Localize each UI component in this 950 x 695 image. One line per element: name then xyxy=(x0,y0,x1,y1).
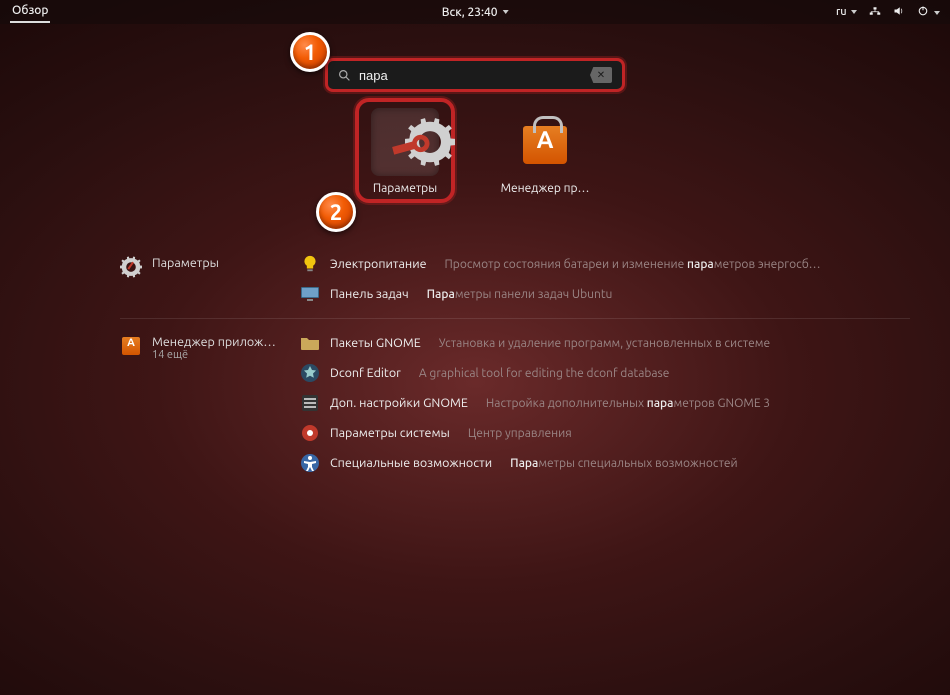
network-icon[interactable] xyxy=(869,5,881,20)
search-icon xyxy=(338,69,351,82)
item-name: Панель задач xyxy=(330,287,409,301)
item-description: Просмотр состояния батареи и изменение п… xyxy=(445,258,821,271)
result-category-software: Менеджер прилож… 14 ещё Пакеты GNOME Уст… xyxy=(120,318,910,487)
folder-icon xyxy=(300,333,320,353)
sysgear-icon xyxy=(300,423,320,443)
item-name: Параметры системы xyxy=(330,426,450,440)
search-input[interactable] xyxy=(359,68,582,83)
result-item-taskbar[interactable]: Панель задач Параметры панели задач Ubun… xyxy=(300,284,910,304)
monitor-icon xyxy=(300,284,320,304)
shopping-bag-icon: A xyxy=(519,116,571,168)
item-description: Параметры панели задач Ubuntu xyxy=(427,288,613,301)
volume-icon[interactable] xyxy=(893,5,905,20)
chevron-down-icon xyxy=(851,10,857,14)
result-item-power[interactable]: Электропитание Просмотр состояния батаре… xyxy=(300,254,910,274)
result-item-dconf[interactable]: Dconf Editor A graphical tool for editin… xyxy=(300,363,910,383)
app-result-software[interactable]: A Менеджер пр… xyxy=(495,108,595,195)
chevron-down-icon xyxy=(934,11,940,15)
clear-search-button[interactable]: ✕ xyxy=(590,67,612,83)
annotation-marker-1: 1 xyxy=(290,32,330,72)
activities-button[interactable]: Обзор xyxy=(10,2,50,23)
gear-wrench-icon xyxy=(380,117,430,167)
category-subtitle: 14 ещё xyxy=(152,349,276,361)
keyboard-layout-indicator[interactable]: ru xyxy=(836,6,857,18)
access-icon xyxy=(300,453,320,473)
annotation-marker-2: 2 xyxy=(316,192,356,232)
result-category-settings: Параметры Электропитание Просмотр состоя… xyxy=(120,248,910,318)
category-header[interactable]: Менеджер прилож… 14 ещё xyxy=(120,333,300,473)
item-description: Параметры специальных возможностей xyxy=(510,457,738,470)
category-title: Параметры xyxy=(152,256,219,270)
search-field[interactable]: ✕ xyxy=(325,58,625,92)
item-description: Установка и удаление программ, установле… xyxy=(439,337,770,350)
item-description: Настройка дополнительных параметров GNOM… xyxy=(486,397,770,410)
item-description: A graphical tool for editing the dconf d… xyxy=(419,367,670,380)
language-text: ru xyxy=(836,6,847,18)
result-item-tweaks[interactable]: Доп. настройки GNOME Настройка дополните… xyxy=(300,393,910,413)
item-name: Электропитание xyxy=(330,257,427,271)
gear-wrench-icon xyxy=(120,256,142,278)
power-icon[interactable] xyxy=(917,5,940,20)
result-item-system-settings[interactable]: Параметры системы Центр управления xyxy=(300,423,910,443)
clock-label[interactable]: Вск, 23:40 xyxy=(442,6,509,19)
result-item-gnome-packages[interactable]: Пакеты GNOME Установка и удаление програ… xyxy=(300,333,910,353)
search-detail-results: Параметры Электропитание Просмотр состоя… xyxy=(120,248,910,487)
category-header[interactable]: Параметры xyxy=(120,254,300,304)
item-name: Пакеты GNOME xyxy=(330,336,421,350)
dconf-icon xyxy=(300,363,320,383)
result-item-accessibility[interactable]: Специальные возможности Параметры специа… xyxy=(300,453,910,473)
app-label: Параметры xyxy=(361,182,449,195)
app-result-settings[interactable]: Параметры xyxy=(355,98,455,203)
item-name: Доп. настройки GNOME xyxy=(330,396,468,410)
item-description: Центр управления xyxy=(468,427,572,440)
tweak-icon xyxy=(300,393,320,413)
category-title: Менеджер прилож… xyxy=(152,335,276,349)
app-search-results: Параметры A Менеджер пр… xyxy=(355,108,595,203)
item-name: Специальные возможности xyxy=(330,456,492,470)
bulb-icon xyxy=(300,254,320,274)
clock-text: Вск, 23:40 xyxy=(442,6,498,19)
app-label: Менеджер пр… xyxy=(495,182,595,195)
shopping-bag-icon xyxy=(120,335,142,357)
top-bar: Обзор Вск, 23:40 ru xyxy=(0,0,950,24)
item-name: Dconf Editor xyxy=(330,366,401,380)
chevron-down-icon xyxy=(502,10,508,14)
